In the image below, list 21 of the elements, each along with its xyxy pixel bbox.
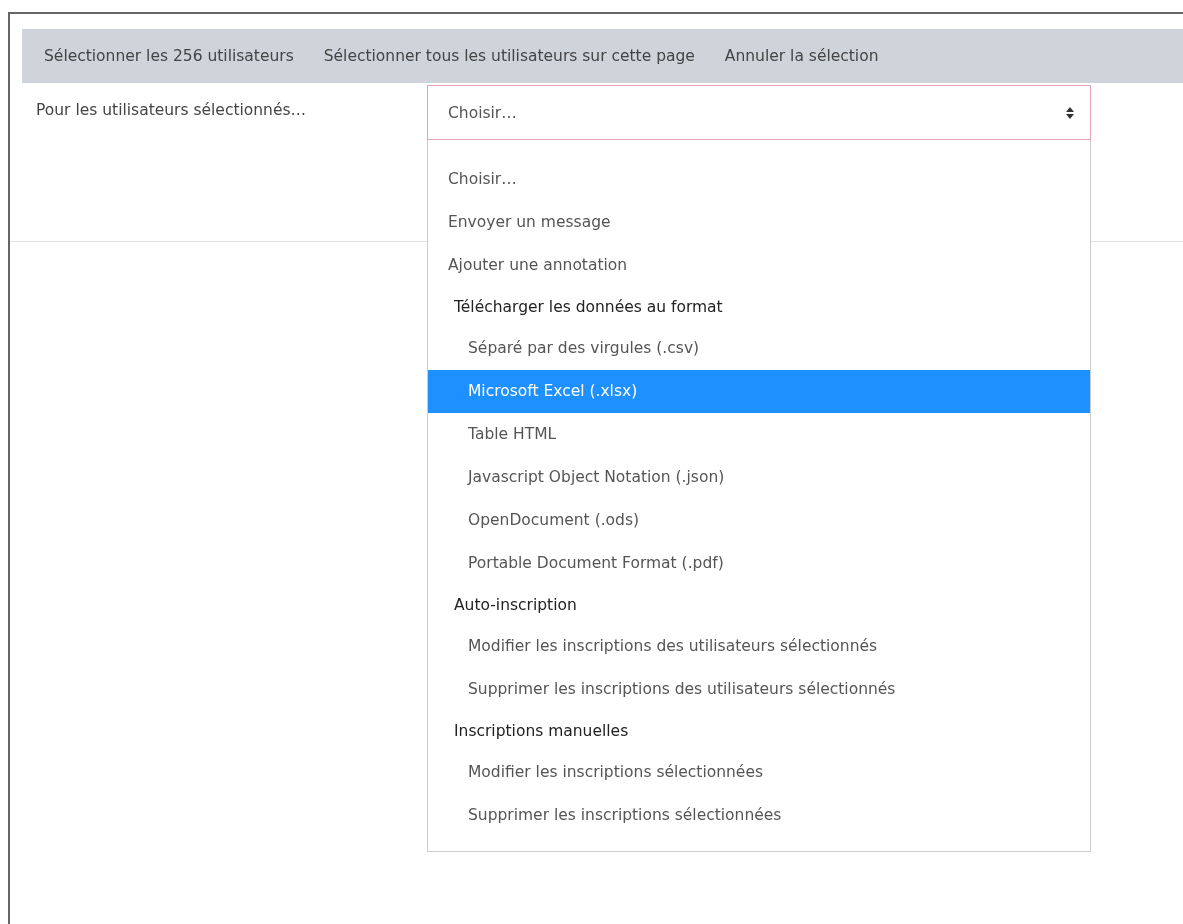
dropdown-option[interactable]: OpenDocument (.ods) [428,499,1090,542]
dropdown-option[interactable]: Portable Document Format (.pdf) [428,542,1090,585]
dropdown-option[interactable]: Supprimer les inscriptions des utilisateurs sélectionnés [428,668,1090,711]
dropdown-option[interactable]: Modifier les inscriptions des utilisateurs sélectionnés [428,625,1090,668]
dropdown-option[interactable]: Séparé par des virgules (.csv) [428,327,1090,370]
field-label: Pour les utilisateurs sélectionnés… [36,100,308,119]
dropdown-option[interactable]: Javascript Object Notation (.json) [428,456,1090,499]
dropdown-option[interactable]: Ajouter une annotation [428,244,1090,287]
dropdown-option[interactable]: Choisir… [428,158,1090,201]
sort-arrows-icon [1066,106,1074,119]
bar-link[interactable]: Sélectionner les 256 utilisateurs [44,47,294,65]
dropdown-option[interactable]: Supprimer les inscriptions sélectionnées [428,794,1090,837]
bar-link[interactable]: Annuler la sélection [724,47,879,65]
bar-link[interactable]: Sélectionner tous les utilisateurs sur cette page [323,47,695,65]
dropdown-option[interactable]: Table HTML [428,413,1090,456]
option-group-label: Inscriptions manuelles [453,721,630,742]
dropdown-option[interactable]: Envoyer un message [428,201,1090,244]
option-group-label: Auto-inscription [453,595,578,616]
option-group-label: Télécharger les données au format [453,297,724,318]
action-select[interactable]: Choisir… [427,85,1091,140]
dropdown-option[interactable]: Modifier les inscriptions sélectionnées [428,751,1090,794]
